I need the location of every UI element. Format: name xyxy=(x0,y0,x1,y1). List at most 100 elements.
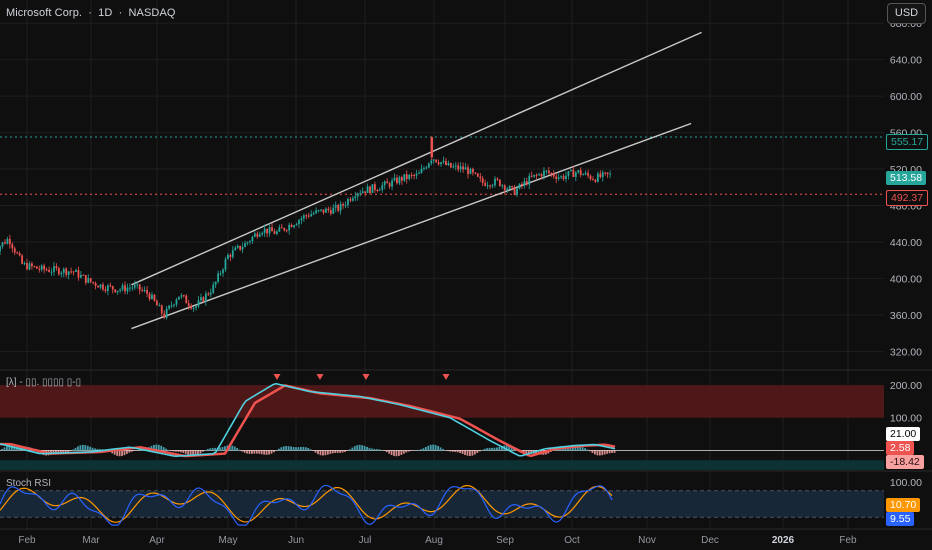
candle-body xyxy=(479,176,482,179)
candle-body xyxy=(366,186,369,193)
candle-body xyxy=(55,266,58,269)
macd-histogram-bar xyxy=(292,447,295,451)
candle-body xyxy=(604,172,607,174)
candle-body xyxy=(383,181,386,186)
candle-body xyxy=(80,274,82,278)
macd-histogram-bar xyxy=(280,447,283,451)
candle-body xyxy=(133,284,136,288)
macd-histogram-bar xyxy=(491,447,493,451)
candle-body xyxy=(209,292,212,295)
candle-body xyxy=(48,270,50,272)
candle-body xyxy=(322,209,325,213)
candle-body xyxy=(241,247,244,250)
candle-body xyxy=(253,233,256,237)
macd-histogram-bar xyxy=(199,450,202,454)
candle-body xyxy=(584,172,587,175)
candle-body xyxy=(489,185,491,187)
candle-body xyxy=(53,266,55,272)
macd-histogram-bar xyxy=(613,450,616,453)
candle-body xyxy=(121,285,124,290)
macd-histogram-bar xyxy=(179,450,182,453)
x-tick-label: Feb xyxy=(839,535,857,546)
exchange-label: NASDAQ xyxy=(128,7,176,19)
candle-body xyxy=(148,293,151,300)
chart-area[interactable]: Feb Mar Apr May Jun Jul Aug Sep Oct Nov Dec 2026 Feb… xyxy=(0,0,932,550)
candle-body xyxy=(153,294,156,301)
macd-histogram-bar xyxy=(596,450,599,456)
candle-body xyxy=(552,173,555,177)
candle-body xyxy=(173,304,175,306)
symbol-header: Microsoft Corp. · 1D · NASDAQ xyxy=(6,7,179,19)
macd-histogram-bar xyxy=(295,447,297,451)
candle-body xyxy=(97,285,99,288)
candle-body xyxy=(192,307,195,309)
candle-body xyxy=(212,284,215,293)
last-price-tag: 513.58 xyxy=(886,171,927,185)
macd-histogram-bar xyxy=(86,445,89,451)
candle-body xyxy=(204,293,207,302)
macd-histogram-bar xyxy=(339,450,341,453)
candle-body xyxy=(474,172,477,174)
macd-histogram-bar xyxy=(265,450,268,455)
x-tick-label: Nov xyxy=(638,535,656,546)
candle-body xyxy=(562,176,565,180)
candle-body xyxy=(4,242,6,244)
candle-body xyxy=(256,233,259,237)
candle-body xyxy=(351,198,354,201)
y-tick-label: 640.00 xyxy=(890,55,922,67)
macd-histogram-bar xyxy=(334,450,337,453)
macd-histogram-bar xyxy=(182,450,185,453)
support-price-tag: 492.37 xyxy=(886,190,929,206)
macd-histogram-bar xyxy=(273,450,275,453)
macd-histogram-bar xyxy=(329,450,332,454)
candle-body xyxy=(295,224,298,226)
candle-body xyxy=(442,160,445,163)
candle-body xyxy=(21,255,24,264)
candle-body xyxy=(423,168,425,170)
candle-body xyxy=(116,290,119,293)
candle-body xyxy=(403,174,406,181)
candle-body xyxy=(506,188,509,191)
macd-histogram-bar xyxy=(282,446,285,451)
macd-histogram-bar xyxy=(270,450,273,454)
candle-body xyxy=(170,305,173,307)
candle-body xyxy=(511,186,514,188)
candle-body xyxy=(555,176,558,179)
candle-body xyxy=(398,177,401,184)
candle-body xyxy=(6,238,9,244)
candle-body xyxy=(347,199,349,206)
candle-body xyxy=(180,295,183,297)
header-separator: · xyxy=(88,7,92,19)
chart-canvas[interactable]: Feb Mar Apr May Jun Jul Aug Sep Oct Nov Dec 2026 Feb… xyxy=(0,0,932,550)
macd-histogram-bar xyxy=(594,450,596,455)
candle-body xyxy=(251,236,254,242)
macd-histogram-bar xyxy=(361,445,364,451)
interval-label[interactable]: 1D xyxy=(98,7,112,19)
candle-body xyxy=(126,287,129,292)
candle-body xyxy=(283,228,286,231)
macd-indicator-label[interactable]: [λ] - ▯▯. ▯▯▯▯ ▯-▯ xyxy=(6,377,81,388)
candle-body xyxy=(582,174,585,176)
candle-body xyxy=(239,245,242,250)
currency-button[interactable]: USD xyxy=(887,3,926,24)
candle-body xyxy=(528,175,531,185)
candle-body xyxy=(266,228,269,234)
candle-body xyxy=(516,188,518,195)
macd-histogram-bar xyxy=(300,446,302,451)
candle-body xyxy=(143,289,146,291)
candle-body xyxy=(62,268,65,273)
candle-body xyxy=(577,170,580,173)
candle-body xyxy=(570,169,572,172)
candle-body xyxy=(432,159,435,161)
x-tick-label: 2026 xyxy=(772,535,795,546)
candle-body xyxy=(320,209,322,211)
macd-histogram-bar xyxy=(91,447,94,451)
candle-body xyxy=(89,278,92,282)
stoch-rsi-label[interactable]: Stoch RSI xyxy=(6,478,51,489)
candle-body xyxy=(312,213,315,215)
candle-body xyxy=(217,273,220,282)
macd-histogram-bar xyxy=(307,447,310,451)
macd-histogram-bar xyxy=(601,450,604,456)
macd-histogram-bar xyxy=(74,447,77,451)
macd-histogram-bar xyxy=(314,450,317,453)
